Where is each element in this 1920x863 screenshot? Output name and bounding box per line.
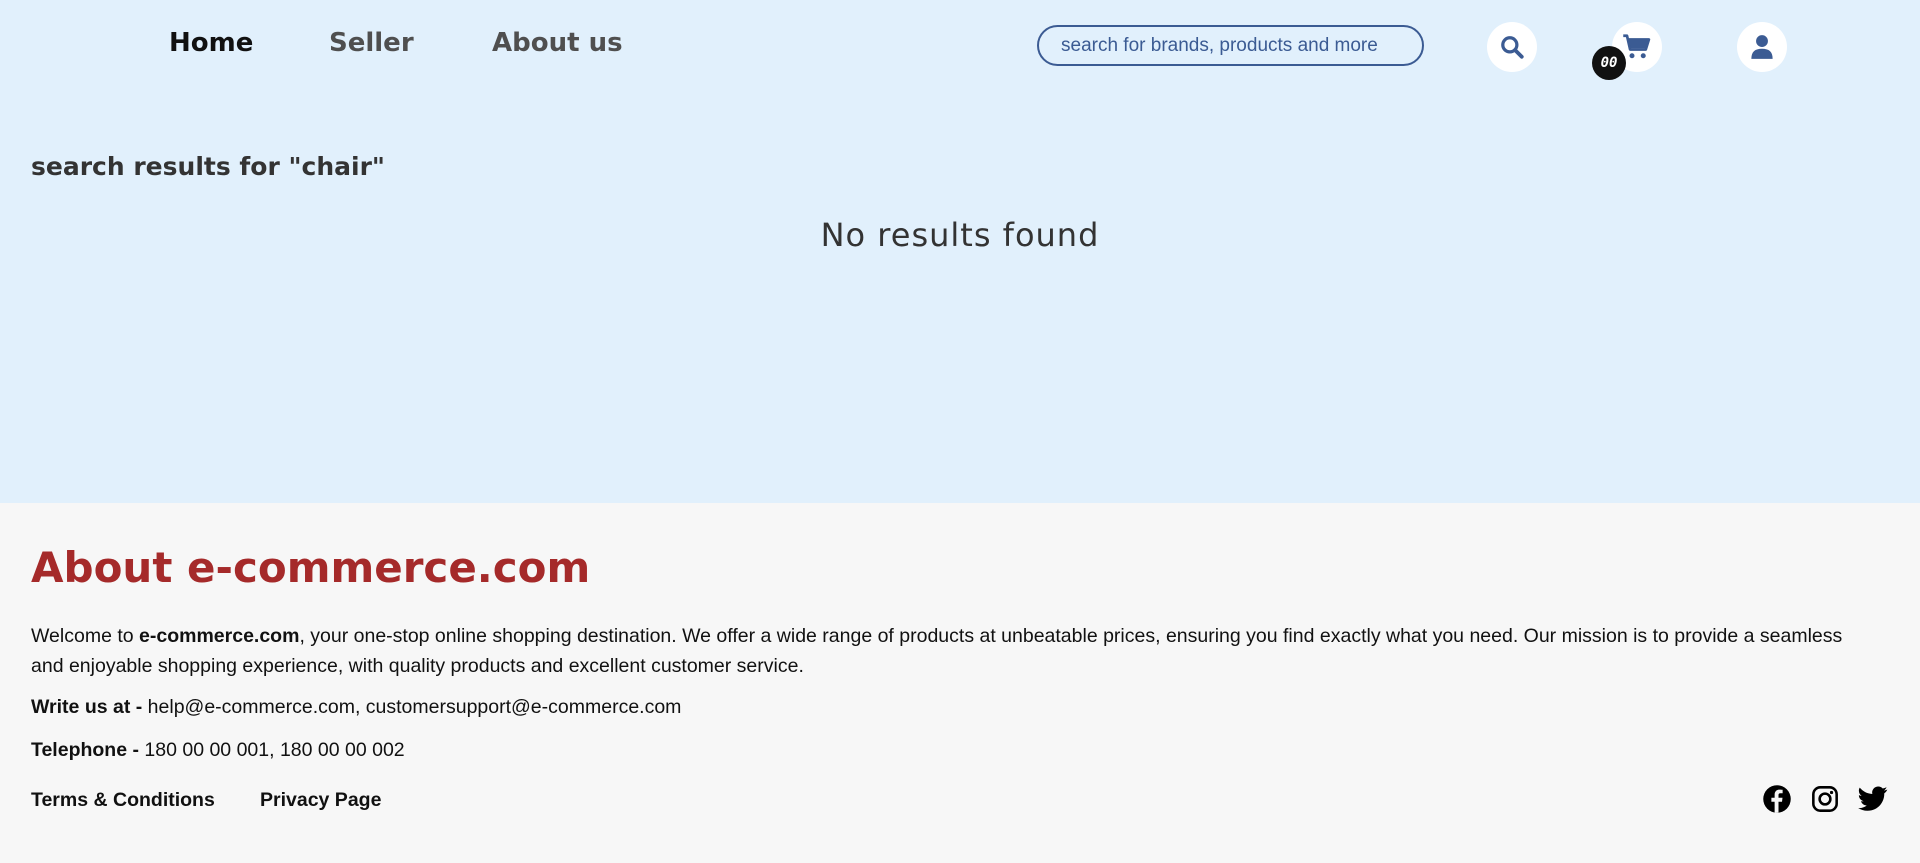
about-intro: Welcome to <box>31 625 140 647</box>
contact-email-value: help@e-commerce.com, customersupport@e-c… <box>147 696 682 718</box>
footer: About e-commerce.com Welcome to e-commer… <box>0 503 1920 863</box>
twitter-icon <box>1858 786 1888 811</box>
about-brand: e-commerce.com <box>139 625 300 647</box>
about-description: Welcome to e-commerce.com, your one-stop… <box>31 621 1861 681</box>
nav-home-link[interactable]: Home <box>169 28 253 58</box>
no-results-message: No results found <box>820 216 1100 254</box>
facebook-link[interactable] <box>1761 783 1793 815</box>
search-icon <box>1501 36 1524 59</box>
user-icon <box>1751 35 1773 59</box>
user-account-button[interactable] <box>1737 22 1787 72</box>
about-rest: , your one-stop online shopping destinat… <box>31 625 1843 677</box>
contact-email: Write us at - help@e-commerce.com, custo… <box>31 696 681 719</box>
facebook-icon <box>1763 785 1791 813</box>
search-button[interactable] <box>1487 22 1537 72</box>
privacy-link[interactable]: Privacy Page <box>260 789 381 812</box>
cart-icon <box>1623 34 1651 59</box>
nav-seller-link[interactable]: Seller <box>329 28 414 58</box>
search-results-title: search results for "chair" <box>31 152 385 181</box>
twitter-link[interactable] <box>1857 783 1889 815</box>
contact-email-label: Write us at - <box>31 696 148 718</box>
cart-count-badge: 00 <box>1592 46 1626 80</box>
terms-link[interactable]: Terms & Conditions <box>31 789 215 812</box>
about-title: About e-commerce.com <box>31 543 591 592</box>
nav-about-link[interactable]: About us <box>492 28 623 58</box>
main-area: Home Seller About us 00 search results f… <box>0 0 1920 503</box>
instagram-link[interactable] <box>1809 783 1841 815</box>
contact-telephone: Telephone - 180 00 00 001, 180 00 00 002 <box>31 739 405 762</box>
search-input[interactable] <box>1037 25 1424 66</box>
contact-telephone-label: Telephone - <box>31 739 145 761</box>
instagram-icon <box>1812 786 1838 812</box>
contact-telephone-value: 180 00 00 001, 180 00 00 002 <box>144 739 405 761</box>
